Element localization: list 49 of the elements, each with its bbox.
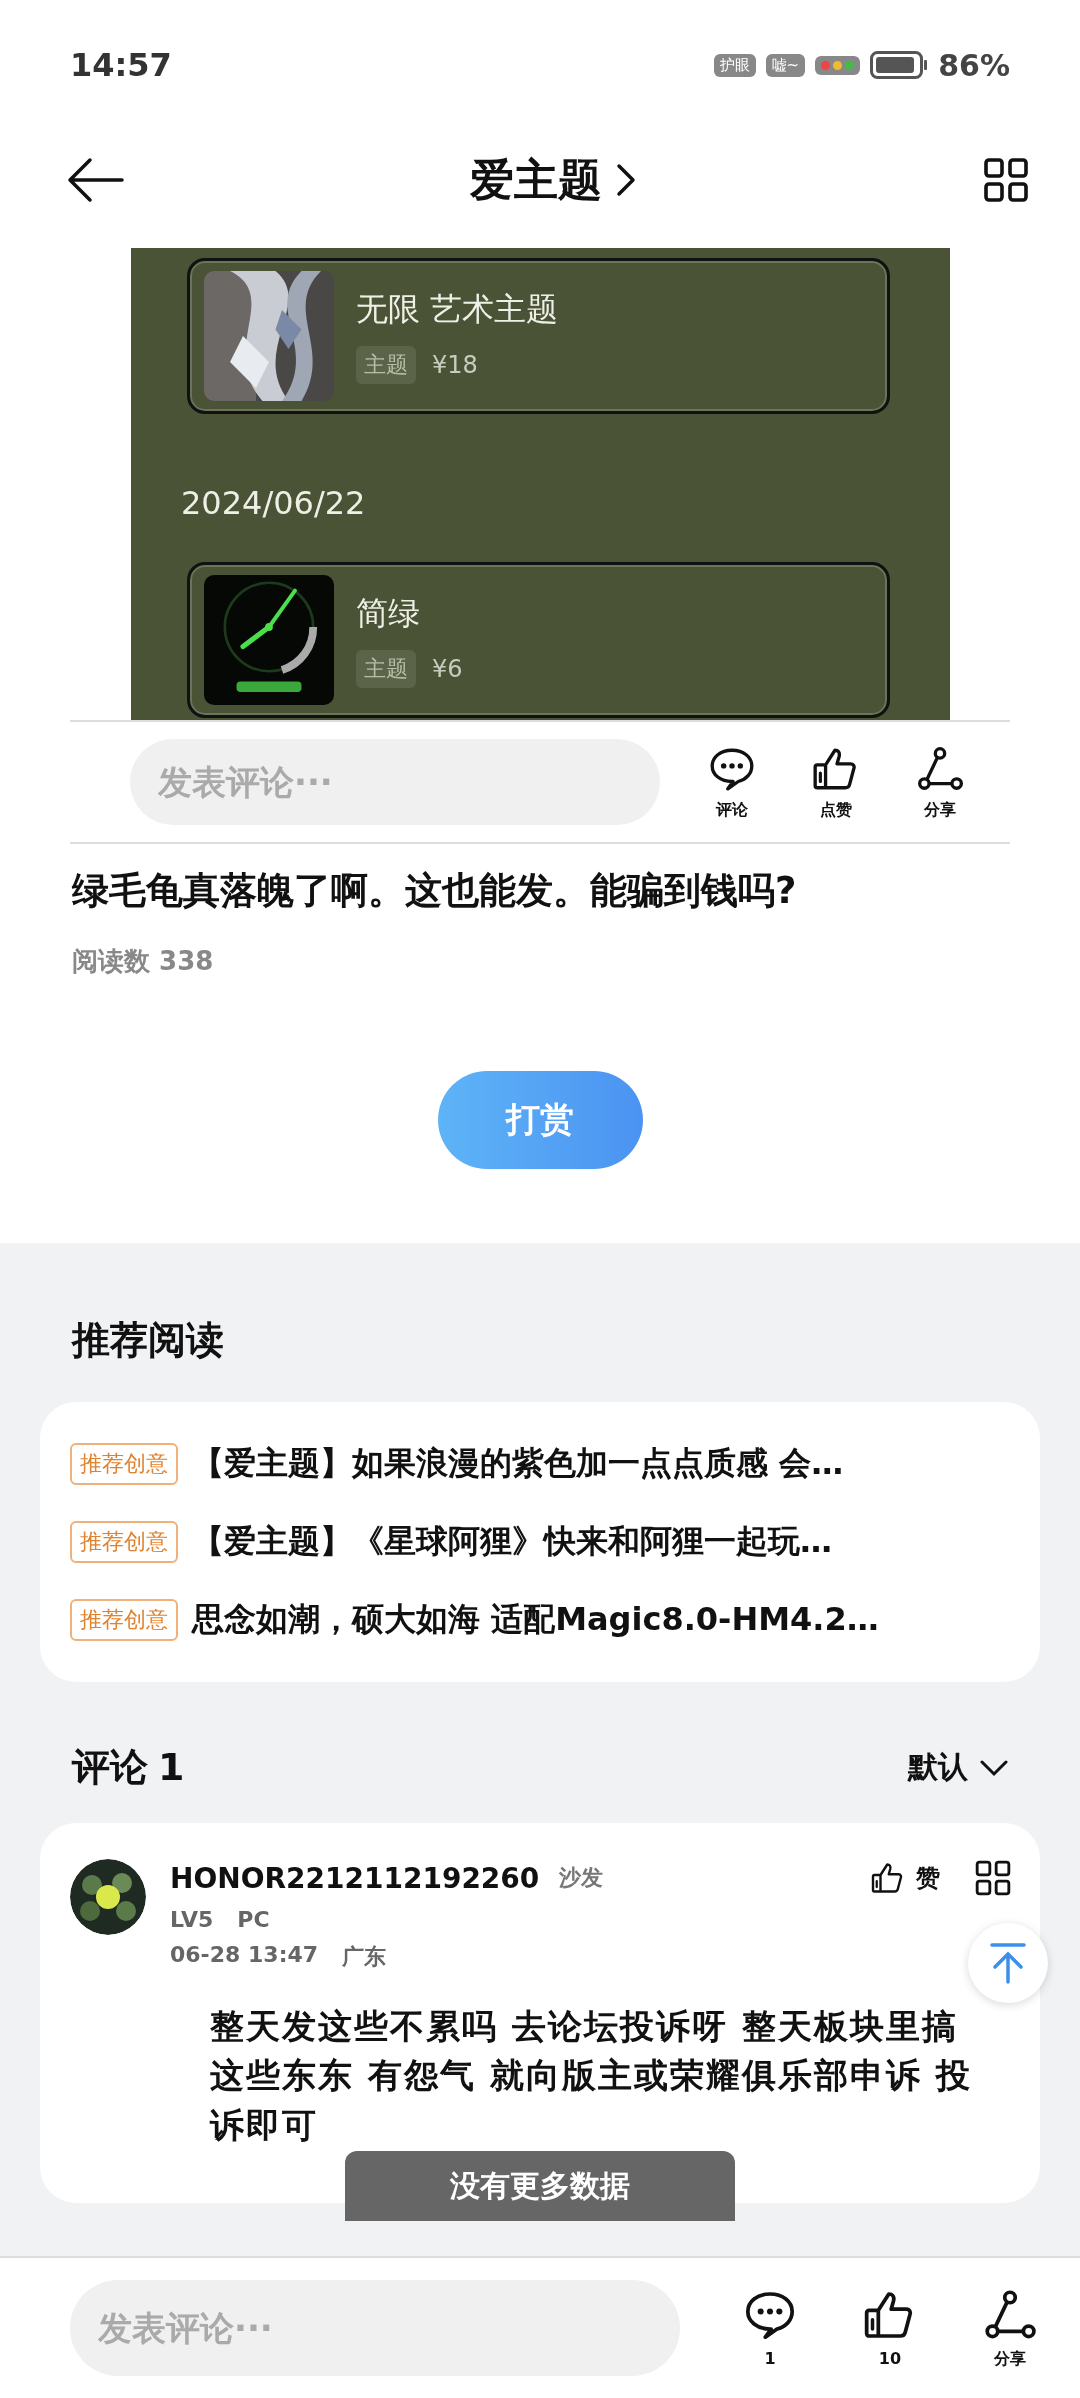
theme-name: 简绿 bbox=[356, 593, 421, 634]
back-icon[interactable] bbox=[66, 157, 124, 203]
battery-percent: 86% bbox=[938, 47, 1010, 83]
chevron-down-icon bbox=[980, 1758, 1008, 1777]
date-label: 2024/06/22 bbox=[181, 483, 367, 524]
chevron-right-icon bbox=[616, 163, 636, 197]
like-button[interactable]: 赞 bbox=[870, 1860, 940, 1896]
sort-dropdown[interactable]: 默认 bbox=[908, 1747, 1008, 1788]
section-title: 推荐阅读 bbox=[72, 1317, 225, 1364]
grid-icon[interactable] bbox=[974, 1859, 1012, 1897]
floor-label: 沙发 bbox=[559, 1864, 604, 1892]
forum-title-link[interactable]: 爱主题 bbox=[470, 150, 636, 210]
status-badge: 护眼 bbox=[713, 53, 756, 77]
recommend-link[interactable]: 【爱主题】《星球阿狸》快来和阿狸一起玩… bbox=[192, 1520, 832, 1564]
action-button[interactable]: 10 bbox=[830, 2286, 950, 2370]
battery-icon bbox=[870, 51, 929, 79]
comment-text: 整天发这些不累吗 去论坛投诉呀 整天板块里搞这些东东 有怨气 就向版主或荣耀俱乐部申诉 投诉即可 bbox=[210, 2005, 973, 2147]
action-button[interactable]: 点赞 bbox=[784, 743, 888, 821]
section-title: 评论 bbox=[72, 1744, 148, 1791]
theme-price: ¥18 bbox=[432, 351, 478, 379]
comment-time: 06-28 13:47 bbox=[170, 1942, 319, 1969]
comment-location: 广东 bbox=[342, 1943, 387, 1971]
scroll-top-button[interactable] bbox=[968, 1923, 1048, 2003]
action-button[interactable]: 分享 bbox=[950, 2286, 1070, 2370]
device-label: PC bbox=[237, 1907, 270, 1932]
recommend-tag: 推荐创意 bbox=[70, 1443, 178, 1485]
toast-message: 没有更多数据 bbox=[345, 2151, 735, 2221]
action-button[interactable]: 评论 bbox=[680, 743, 784, 821]
action-button[interactable]: 1 bbox=[710, 2286, 830, 2370]
recommend-link[interactable]: 【爱主题】如果浪漫的紫色加一点点质感 会… bbox=[192, 1442, 844, 1486]
username[interactable]: HONOR2212112192260 bbox=[170, 1861, 540, 1895]
recommend-link[interactable]: 思念如潮，硕大如海 适配Magic8.0-HM4.2… bbox=[192, 1598, 879, 1642]
user-level: LV5 bbox=[170, 1907, 214, 1932]
theme-tag: 主题 bbox=[356, 650, 416, 688]
theme-price: ¥6 bbox=[432, 655, 463, 683]
theme-tag: 主题 bbox=[356, 346, 416, 384]
arrow-up-icon bbox=[988, 1942, 1028, 1984]
avatar[interactable] bbox=[70, 1859, 146, 1935]
recommend-tag: 推荐创意 bbox=[70, 1521, 178, 1563]
read-count: 阅读数 338 bbox=[72, 945, 215, 978]
recommend-tag: 推荐创意 bbox=[70, 1599, 178, 1641]
action-button[interactable]: 分享 bbox=[888, 743, 992, 821]
status-badge: 嘘~ bbox=[765, 53, 806, 77]
grid-icon[interactable] bbox=[982, 156, 1030, 204]
traffic-light-icon bbox=[815, 55, 861, 75]
status-time: 14:57 bbox=[70, 46, 172, 84]
post-title: 绿毛龟真落魄了啊。这也能发。能骗到钱吗? bbox=[72, 868, 798, 914]
theme-name: 无限 艺术主题 bbox=[356, 289, 559, 330]
comment-count: 1 bbox=[158, 1745, 185, 1789]
